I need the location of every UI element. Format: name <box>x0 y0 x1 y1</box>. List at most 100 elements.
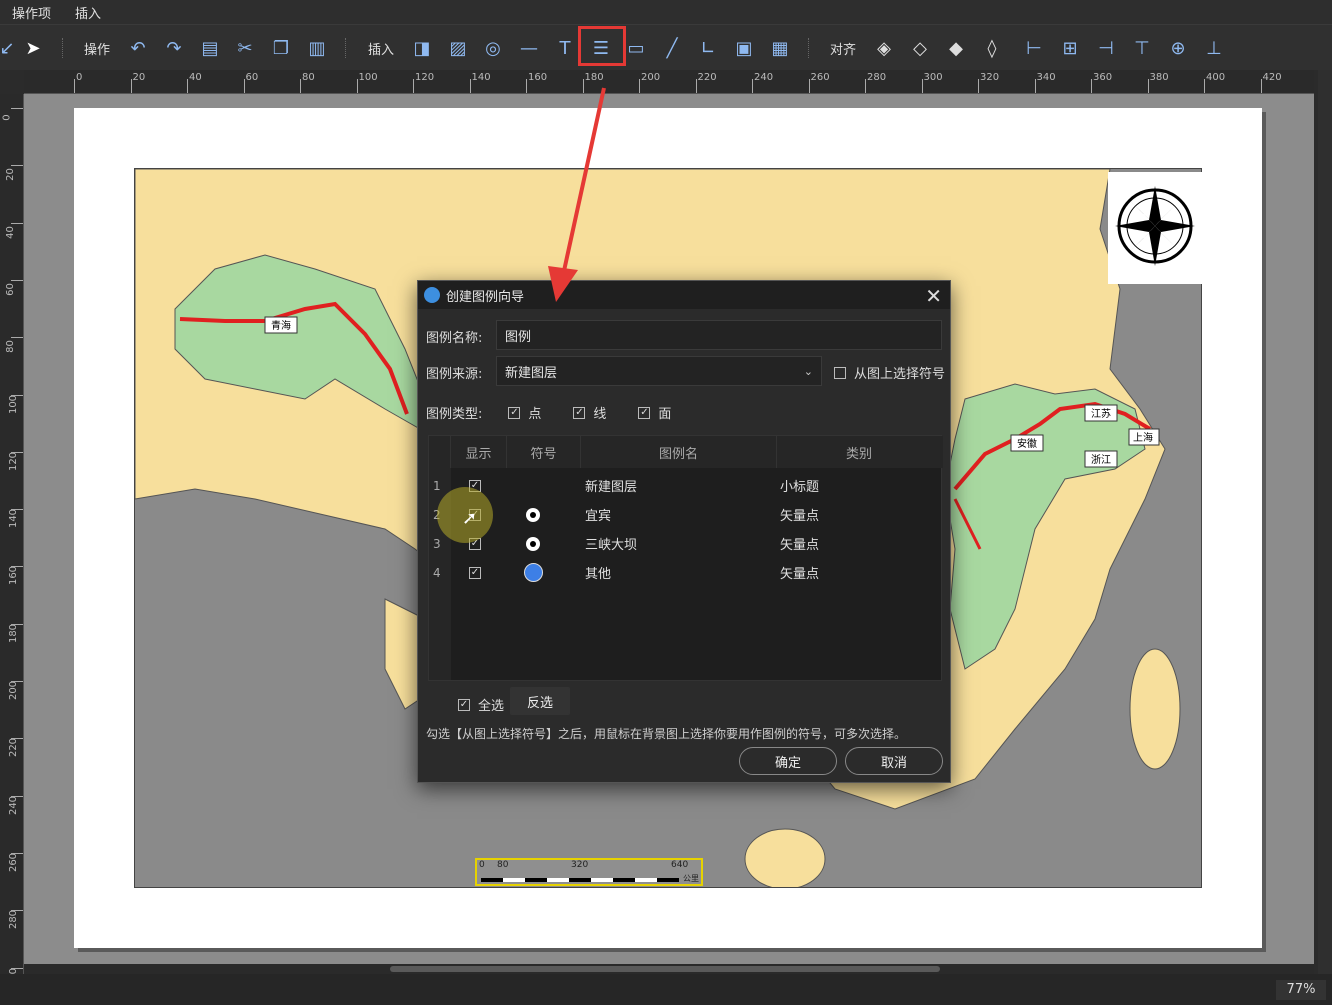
type-line-checkbox[interactable]: ✓ <box>573 406 586 419</box>
ruler-h-tick <box>1147 79 1149 93</box>
cut-icon[interactable]: ✂ <box>233 35 257 61</box>
scrollbar-thumb[interactable] <box>390 966 940 972</box>
ruler-v-tick <box>11 738 23 740</box>
insert-callout-icon[interactable]: ▣ <box>732 35 756 61</box>
select-all-icon[interactable]: ▤ <box>198 35 222 61</box>
row-show-checkbox[interactable]: ✓ <box>469 566 481 579</box>
ruler-v-tick-label: 180 <box>8 623 20 643</box>
select-all-option[interactable]: ✓ 全选 <box>458 695 504 714</box>
ruler-h-tick-label: 260 <box>810 72 830 83</box>
col-legend-name[interactable]: 图例名 <box>581 436 777 468</box>
col-display[interactable]: 显示 <box>451 436 507 468</box>
row-index: 1 <box>433 478 441 493</box>
insert-line-icon[interactable]: ╱ <box>660 35 684 61</box>
bring-to-front-icon[interactable]: ◈ <box>872 35 896 61</box>
insert-image-icon[interactable]: ▨ <box>446 35 470 61</box>
align-right-icon[interactable]: ⊣ <box>1094 35 1118 61</box>
arrow-tool-icon[interactable]: ↙ <box>0 35 15 61</box>
bring-forward-icon[interactable]: ◇ <box>908 35 932 61</box>
insert-map-icon[interactable]: ◨ <box>410 35 434 61</box>
north-arrow-compass[interactable] <box>1108 172 1202 284</box>
type-line-label: 线 <box>593 407 607 422</box>
pick-from-map-option[interactable]: 从图上选择符号 <box>834 363 945 382</box>
scale-bar[interactable]: 0 80 320 640 公里 <box>475 858 703 886</box>
ruler-h-tick <box>469 79 471 93</box>
dialog-titlebar: 创建图例向导 ✕ <box>418 281 950 309</box>
insert-table-icon[interactable]: ▦ <box>768 35 792 61</box>
ruler-h-tick-label: 200 <box>641 72 661 83</box>
align-bottom-icon[interactable]: ⊥ <box>1202 35 1226 61</box>
ruler-h-tick-label: 300 <box>923 72 943 83</box>
align-center-h-icon[interactable]: ⊞ <box>1058 35 1082 61</box>
table-row[interactable]: 4 ✓ 其他 矢量点 <box>429 558 943 587</box>
scale-label-320: 320 <box>571 860 589 870</box>
col-category[interactable]: 类别 <box>777 436 941 468</box>
label-anhui: 安徽 <box>1017 437 1037 450</box>
select-pointer-icon[interactable]: ➤ <box>20 35 46 61</box>
menu-insert[interactable]: 插入 <box>63 3 113 22</box>
ruler-h-tick <box>243 79 245 93</box>
menu-operations[interactable]: 操作项 <box>0 3 63 22</box>
type-area-label: 面 <box>658 407 672 422</box>
ruler-v-tick <box>11 451 23 453</box>
operate-label: 操作 <box>83 42 110 58</box>
ruler-v-tick-label: 140 <box>8 509 20 529</box>
ruler-v-tick <box>11 394 23 396</box>
legend-type-row: 图例类型: ✓ 点 ✓ 线 ✓ 面 <box>426 403 671 422</box>
table-row[interactable]: 1 ✓ 新建图层 小标题 <box>429 471 943 500</box>
pick-from-map-checkbox[interactable] <box>834 366 846 379</box>
insert-scalebar-icon[interactable]: — <box>517 35 541 61</box>
align-top-icon[interactable]: ⊤ <box>1130 35 1154 61</box>
redo-icon[interactable]: ↷ <box>162 35 186 61</box>
right-side-panel[interactable] <box>1318 70 1332 974</box>
ruler-h-tick-label: 280 <box>867 72 887 83</box>
ruler-v-tick-label: 220 <box>8 738 20 758</box>
ruler-h-tick <box>130 79 132 93</box>
type-area-checkbox[interactable]: ✓ <box>638 406 651 419</box>
insert-text-icon[interactable]: T <box>553 35 577 61</box>
row-legend-name: 宜宾 <box>585 509 612 524</box>
ruler-h-tick <box>187 79 188 93</box>
legend-source-select[interactable]: 新建图层 ⌄ <box>496 356 822 386</box>
ruler-v-tick-label: 200 <box>8 680 20 701</box>
row-category: 矢量点 <box>780 567 820 582</box>
ruler-v-tick <box>11 795 23 797</box>
ruler-h-tick <box>300 79 301 93</box>
select-all-checkbox[interactable]: ✓ <box>458 698 470 711</box>
legend-name-input[interactable]: 图例 <box>496 320 942 350</box>
insert-rectangle-icon[interactable]: ▭ <box>624 35 648 61</box>
cancel-button[interactable]: 取消 <box>845 747 943 775</box>
ruler-h-tick-label: 80 <box>302 72 315 83</box>
send-to-back-icon[interactable]: ◊ <box>980 35 1004 61</box>
invert-selection-button[interactable]: 反选 <box>510 687 570 715</box>
label-shanghai: 上海 <box>1133 431 1153 444</box>
ok-button[interactable]: 确定 <box>739 747 837 775</box>
undo-icon[interactable]: ↶ <box>126 35 150 61</box>
insert-polyline-icon[interactable]: ∟ <box>696 35 720 61</box>
send-backward-icon[interactable]: ◆ <box>944 35 968 61</box>
table-row[interactable]: 3 ✓ 三峡大坝 矢量点 <box>429 529 943 558</box>
ruler-h-tick <box>582 79 584 93</box>
scale-label-80: 80 <box>497 860 509 870</box>
horizontal-scrollbar[interactable] <box>24 964 1314 974</box>
toolbar-separator <box>62 38 64 58</box>
close-icon[interactable]: ✕ <box>925 284 942 308</box>
zoom-level[interactable]: 77% <box>1276 980 1326 1000</box>
legend-type-label: 图例类型: <box>426 407 483 422</box>
ruler-h-tick <box>752 79 753 93</box>
align-center-v-icon[interactable]: ⊕ <box>1166 35 1190 61</box>
ring-dot-symbol-icon <box>526 536 540 551</box>
ruler-v-tick <box>11 222 23 224</box>
select-all-label: 全选 <box>478 699 505 714</box>
insert-compass-icon[interactable]: ◎ <box>481 35 505 61</box>
align-left-icon[interactable]: ⊢ <box>1022 35 1046 61</box>
col-symbol[interactable]: 符号 <box>507 436 581 468</box>
table-row[interactable]: 2 ✓ 宜宾 矢量点 <box>429 500 943 529</box>
ruler-h-tick <box>356 79 358 93</box>
type-point-checkbox[interactable]: ✓ <box>508 406 521 419</box>
ruler-h-tick <box>74 79 75 93</box>
copy-icon[interactable]: ❐ <box>269 35 293 61</box>
delete-icon[interactable]: ▥ <box>305 35 329 61</box>
ring-dot-symbol-icon <box>526 507 540 522</box>
ruler-v-tick-label: 80 <box>4 340 16 354</box>
